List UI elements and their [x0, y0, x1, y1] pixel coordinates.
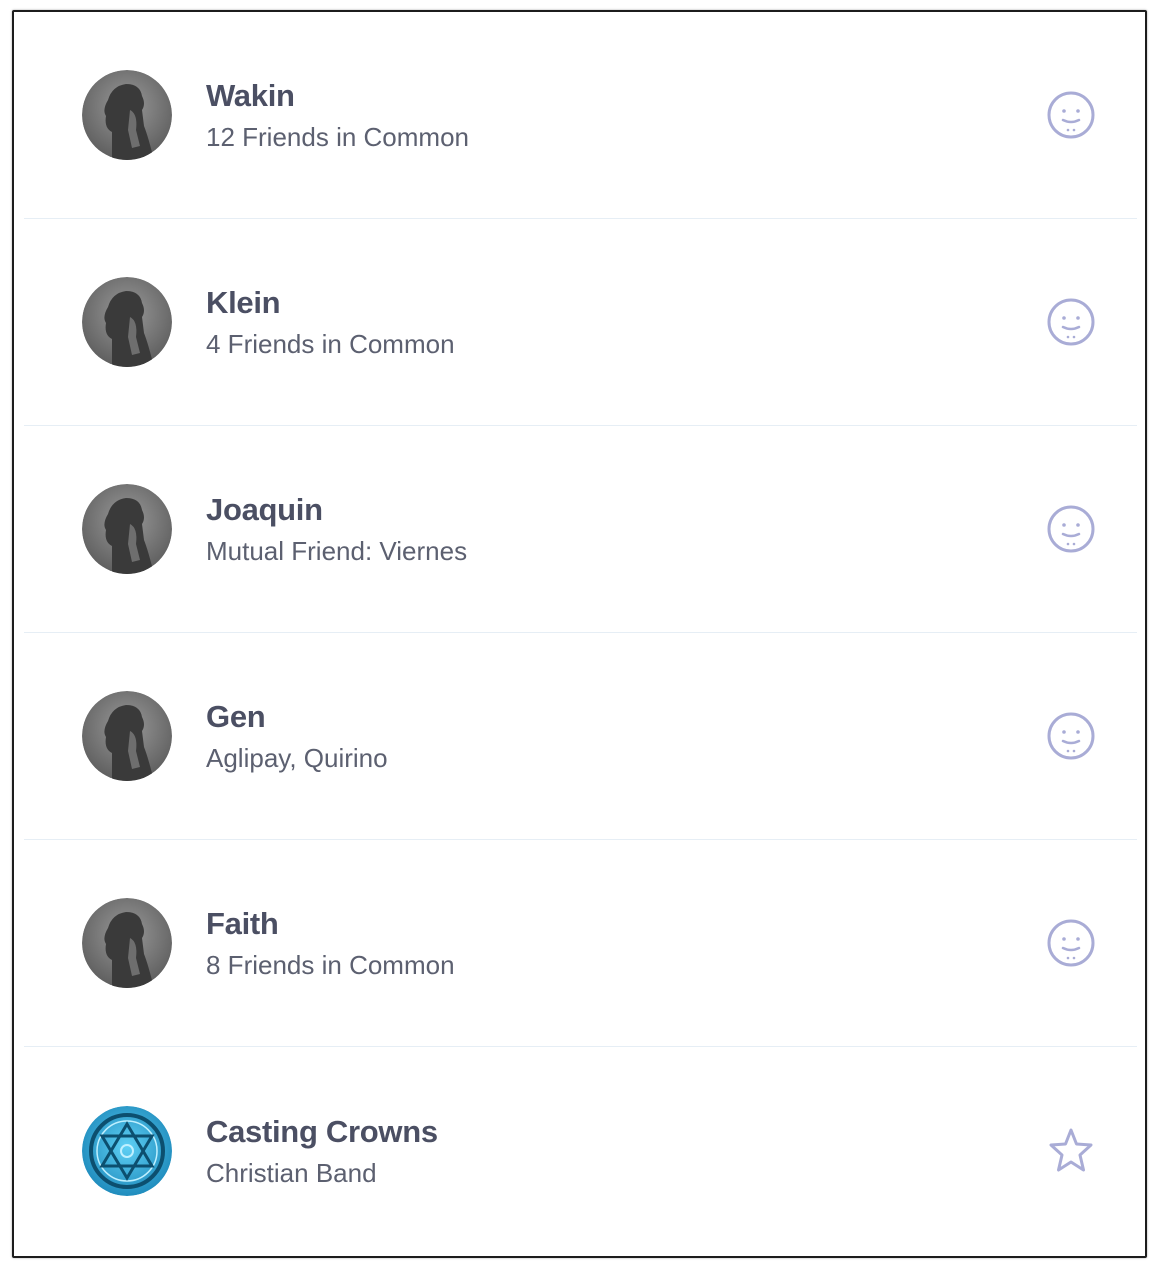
- smiley-face-icon: [1047, 712, 1095, 760]
- person-name[interactable]: Gen: [206, 698, 388, 736]
- react-button[interactable]: [1045, 89, 1097, 141]
- people-list: Wakin 12 Friends in Common Klein 4 Frien…: [24, 12, 1137, 1256]
- list-item[interactable]: Gen Aglipay, Quirino: [24, 633, 1137, 840]
- avatar[interactable]: [82, 277, 172, 367]
- list-item[interactable]: Faith 8 Friends in Common: [24, 840, 1137, 1047]
- silhouette-avatar-icon: [82, 691, 172, 781]
- avatar[interactable]: [82, 691, 172, 781]
- smiley-face-icon: [1047, 298, 1095, 346]
- person-subtitle: Aglipay, Quirino: [206, 743, 388, 773]
- list-item[interactable]: Joaquin Mutual Friend: Viernes: [24, 426, 1137, 633]
- list-item[interactable]: Wakin 12 Friends in Common: [24, 12, 1137, 219]
- person-name[interactable]: Joaquin: [206, 491, 467, 529]
- smiley-face-icon: [1047, 919, 1095, 967]
- react-button[interactable]: [1045, 917, 1097, 969]
- silhouette-avatar-icon: [82, 277, 172, 367]
- person-subtitle: 12 Friends in Common: [206, 122, 469, 152]
- avatar[interactable]: [82, 484, 172, 574]
- page-category: Christian Band: [206, 1157, 377, 1188]
- person-name[interactable]: Wakin: [206, 77, 469, 115]
- react-button[interactable]: [1045, 503, 1097, 555]
- smiley-face-icon: [1047, 91, 1095, 139]
- avatar[interactable]: [82, 1105, 172, 1196]
- star-icon: [1049, 1128, 1093, 1171]
- page-name[interactable]: Casting Crowns: [206, 1113, 438, 1151]
- person-subtitle: 8 Friends in Common: [206, 950, 455, 980]
- react-button[interactable]: [1045, 296, 1097, 348]
- list-item[interactable]: Casting Crowns Christian Band: [24, 1047, 1137, 1254]
- smiley-face-icon: [1047, 505, 1095, 553]
- person-subtitle: 4 Friends in Common: [206, 329, 455, 359]
- avatar[interactable]: [82, 898, 172, 988]
- react-button[interactable]: [1045, 710, 1097, 762]
- silhouette-avatar-icon: [82, 70, 172, 160]
- silhouette-avatar-icon: [82, 898, 172, 988]
- person-subtitle: Mutual Friend: Viernes: [206, 536, 468, 566]
- favorite-button[interactable]: [1045, 1125, 1097, 1177]
- silhouette-avatar-icon: [82, 484, 172, 574]
- list-item[interactable]: Klein 4 Friends in Common: [24, 219, 1137, 426]
- band-logo-icon: [82, 1105, 172, 1196]
- suggestions-panel: Wakin 12 Friends in Common Klein 4 Frien…: [12, 10, 1147, 1258]
- person-name[interactable]: Klein: [206, 284, 455, 322]
- person-name[interactable]: Faith: [206, 905, 455, 943]
- avatar[interactable]: [82, 70, 172, 160]
